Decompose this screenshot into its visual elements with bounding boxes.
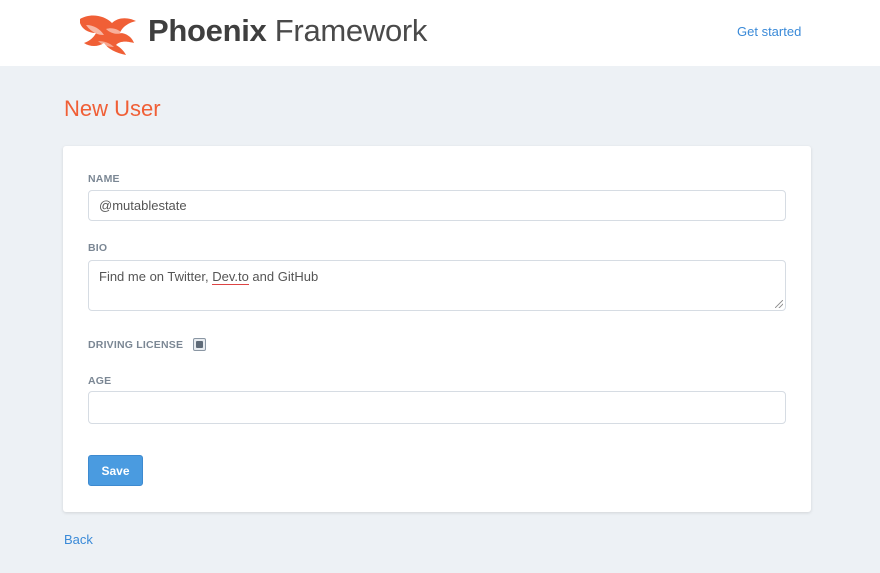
top-header: Phoenix Framework Get started (0, 0, 880, 66)
checkbox-checked-icon (196, 341, 203, 348)
logo-wordmark-bold: Phoenix (148, 13, 267, 48)
age-label: AGE (88, 375, 112, 387)
name-input[interactable] (88, 190, 786, 221)
driving-license-checkbox[interactable] (193, 338, 206, 351)
age-input[interactable] (88, 391, 786, 424)
get-started-link[interactable]: Get started (737, 24, 801, 39)
bio-label: BIO (88, 242, 108, 254)
bio-text-prefix: Find me on Twitter, (99, 269, 213, 284)
phoenix-bird-icon (80, 15, 136, 55)
driving-license-label: DRIVING LICENSE (88, 339, 184, 351)
bio-text-suffix: and GitHub (248, 269, 319, 284)
back-link[interactable]: Back (64, 532, 93, 547)
save-button[interactable]: Save (88, 455, 143, 486)
logo-wordmark: Phoenix Framework (148, 13, 427, 49)
bio-textarea[interactable]: Find me on Twitter, Dev.to and GitHub (88, 260, 786, 311)
page-title: New User (64, 96, 161, 121)
user-form: NAME BIO Find me on Twitter, Dev.to and … (63, 146, 811, 512)
bio-text-link-word: Dev.to (212, 269, 249, 285)
resize-grip-icon[interactable] (775, 300, 783, 308)
name-label: NAME (88, 173, 120, 185)
logo-wordmark-light: Framework (266, 13, 428, 48)
phoenix-logo[interactable]: Phoenix Framework (76, 7, 427, 55)
